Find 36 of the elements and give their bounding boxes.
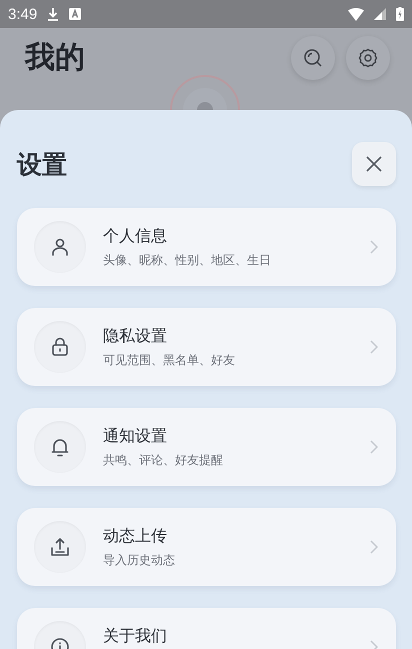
status-time: 3:49	[8, 6, 38, 22]
close-button[interactable]	[352, 142, 396, 186]
item-title: 动态上传	[103, 526, 168, 546]
settings-icon	[358, 48, 378, 68]
download-icon	[47, 7, 60, 21]
settings-item[interactable]: 通知设置 共鸣、评论、好友提醒	[17, 408, 396, 486]
bell-icon	[49, 436, 71, 458]
battery-icon	[396, 7, 404, 21]
item-subtitle: 导入历史动态	[103, 552, 176, 568]
item-title: 通知设置	[103, 426, 168, 446]
item-title: 个人信息	[103, 226, 168, 246]
close-icon	[365, 155, 383, 173]
settings-item[interactable]: 隐私设置 可见范围、黑名单、好友	[17, 308, 396, 386]
chevron-right-icon	[370, 340, 378, 354]
item-title: 关于我们	[103, 626, 168, 646]
lock-icon	[49, 336, 71, 358]
upload-icon	[49, 536, 71, 558]
settings-item[interactable]: 关于我们	[17, 608, 396, 649]
settings-item[interactable]: 动态上传 导入历史动态	[17, 508, 396, 586]
chevron-right-icon	[370, 440, 378, 454]
sheet-title: 设置	[17, 148, 67, 180]
item-title: 隐私设置	[103, 326, 168, 346]
settings-item[interactable]: 个人信息 头像、昵称、性别、地区、生日	[17, 208, 396, 286]
search-button[interactable]	[291, 36, 335, 80]
item-subtitle: 头像、昵称、性别、地区、生日	[103, 252, 272, 268]
item-subtitle: 共鸣、评论、好友提醒	[103, 452, 224, 468]
chevron-right-icon	[370, 240, 378, 254]
settings-button[interactable]	[346, 36, 390, 80]
person-icon	[49, 236, 71, 258]
page-title: 我的	[25, 39, 85, 77]
signal-icon	[374, 8, 386, 20]
notification-icon	[69, 8, 82, 20]
item-subtitle: 可见范围、黑名单、好友	[103, 352, 236, 368]
chevron-right-icon	[370, 540, 378, 554]
wifi-icon	[348, 8, 364, 20]
search-icon	[303, 48, 323, 68]
